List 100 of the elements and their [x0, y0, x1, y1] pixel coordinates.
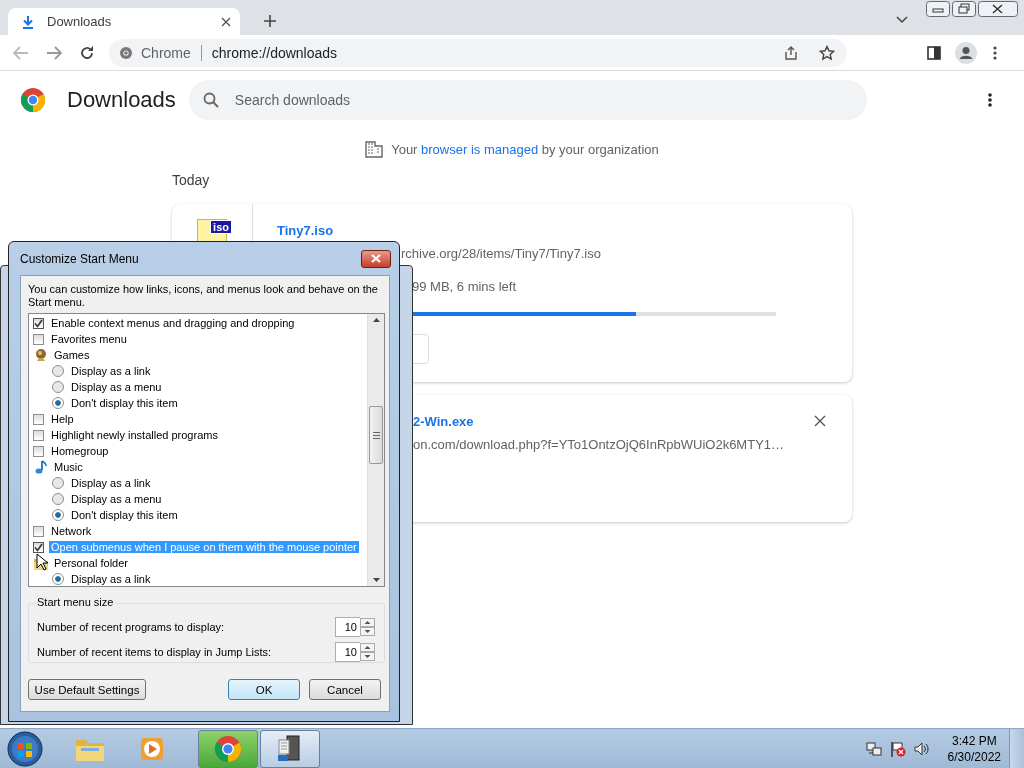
search-field[interactable]: Search downloads [188, 79, 867, 120]
option-label: Display as a link [70, 573, 152, 585]
close-icon[interactable] [814, 415, 826, 427]
dialog-title: Customize Start Menu [20, 251, 140, 266]
profile-icon[interactable] [955, 41, 977, 64]
field-label: Number of recent items to display in Jump Lists: [37, 645, 272, 658]
radio-button[interactable] [52, 397, 64, 409]
option-label: Personal folder [53, 557, 129, 569]
checkbox[interactable] [33, 525, 44, 537]
radio-button[interactable] [52, 477, 64, 489]
dialog-description: You can customize how links, icons, and menus look and behave on the Start menu. [28, 283, 379, 309]
share-icon[interactable] [783, 44, 799, 61]
checkbox[interactable] [33, 317, 44, 329]
site-label: Chrome [141, 44, 191, 61]
page-title: Downloads [67, 86, 176, 113]
file-name[interactable]: Tiny7.iso [277, 222, 334, 238]
grip-icon [372, 431, 380, 439]
option-label: Games [53, 349, 91, 361]
option-label: Favorites menu [50, 333, 128, 345]
taskbar-button[interactable] [260, 729, 320, 768]
speaker-icon[interactable] [913, 740, 930, 757]
checkbox[interactable] [33, 445, 44, 457]
chrome-logo-icon [214, 734, 242, 763]
download-icon [21, 14, 35, 29]
managed-notice: Your browser is managed by your organization [391, 141, 659, 157]
file-url: rchive.org/28/items/Tiny7/Tiny7.iso [401, 246, 601, 261]
number-field[interactable]: 10 [335, 616, 360, 637]
option-label: Display as a menu [70, 493, 163, 505]
option-label: Don't display this item [70, 397, 179, 409]
menu-icon[interactable] [988, 91, 992, 108]
radio-button[interactable] [52, 365, 64, 377]
clock-date: 6/30/2022 [947, 748, 1001, 765]
option-label: Display as a link [70, 365, 152, 377]
forward-icon[interactable] [46, 45, 62, 60]
restore-icon[interactable] [952, 1, 976, 17]
group-icon [33, 459, 49, 475]
checkbox[interactable] [33, 429, 44, 441]
side-panel-icon[interactable] [927, 45, 941, 60]
clock-time: 3:42 PM [951, 732, 997, 749]
dialog-button[interactable]: OK [228, 679, 300, 700]
spin-arrows-icon[interactable] [360, 642, 375, 661]
option-label: Music [53, 461, 84, 473]
close-icon [371, 254, 381, 263]
network-icon[interactable] [865, 740, 882, 757]
number-field[interactable]: 10 [335, 641, 360, 662]
scroll-up-icon[interactable] [372, 318, 380, 322]
option-label: Display as a link [70, 477, 152, 489]
file-url: on.com/download.php?f=YTo1OntzOjQ6InRpbWUiO2k6MTY1… [413, 437, 785, 452]
checkbox[interactable] [33, 541, 44, 553]
media-player-icon [139, 735, 165, 762]
scroll-thumb[interactable] [369, 406, 383, 464]
checkmark-icon [34, 318, 43, 328]
radio-button[interactable] [52, 509, 64, 521]
tab-title: Downloads [47, 14, 113, 29]
radio-button[interactable] [52, 493, 64, 505]
url-text: chrome://downloads [211, 44, 338, 61]
search-icon [202, 91, 219, 108]
group-icon [33, 347, 49, 363]
group-title: Start menu size [36, 596, 115, 608]
close-icon[interactable] [220, 15, 232, 28]
option-label: Network [50, 525, 93, 537]
scroll-down-icon[interactable] [372, 578, 380, 582]
new-tab-icon[interactable] [263, 13, 277, 28]
option-label: Don't display this item [70, 509, 179, 521]
minimize-icon[interactable] [926, 1, 950, 17]
radio-button[interactable] [52, 381, 64, 393]
reload-icon[interactable] [79, 44, 95, 61]
checkbox[interactable] [33, 413, 44, 425]
search-input[interactable]: Search downloads [232, 90, 837, 109]
option-label: Enable context menus and dragging and dropping [50, 317, 296, 329]
menu-icon[interactable] [993, 44, 997, 61]
managed-link[interactable]: browser is managed [421, 141, 539, 157]
option-label: Display as a menu [70, 381, 163, 393]
chrome-icon [119, 45, 133, 60]
field-label: Number of recent programs to display: [37, 620, 225, 633]
option-label: Open submenus when I pause on them with the mouse pointer [49, 541, 359, 553]
browser-tab[interactable]: Downloads [8, 8, 240, 35]
address-bar[interactable]: Chrome chrome://downloads [109, 38, 847, 67]
chrome-logo-icon [21, 87, 45, 112]
option-label: Homegroup [50, 445, 110, 457]
close-icon[interactable] [978, 1, 1018, 17]
file-type-label: iso [210, 220, 232, 234]
checkbox[interactable] [33, 333, 44, 345]
option-label: Highlight newly installed programs [50, 429, 219, 441]
close-button[interactable] [361, 249, 391, 268]
clock[interactable]: 3:42 PM 6/30/2022 [947, 732, 1001, 765]
building-icon [365, 140, 384, 158]
star-icon[interactable] [819, 44, 835, 61]
start-button-icon[interactable] [7, 730, 43, 767]
download-status: 99 MB, 6 mins left [412, 279, 517, 294]
radio-button[interactable] [52, 573, 64, 585]
dialog-button[interactable]: Cancel [309, 679, 381, 700]
date-heading: Today [172, 172, 211, 188]
chevron-down-icon[interactable] [896, 15, 908, 24]
spin-arrows-icon[interactable] [360, 617, 375, 636]
dialog-button[interactable]: Use Default Settings [28, 679, 146, 700]
checkmark-icon [34, 542, 43, 552]
flag-icon[interactable] [889, 740, 906, 757]
option-label: Help [50, 413, 75, 425]
scrollbar[interactable] [367, 314, 384, 586]
